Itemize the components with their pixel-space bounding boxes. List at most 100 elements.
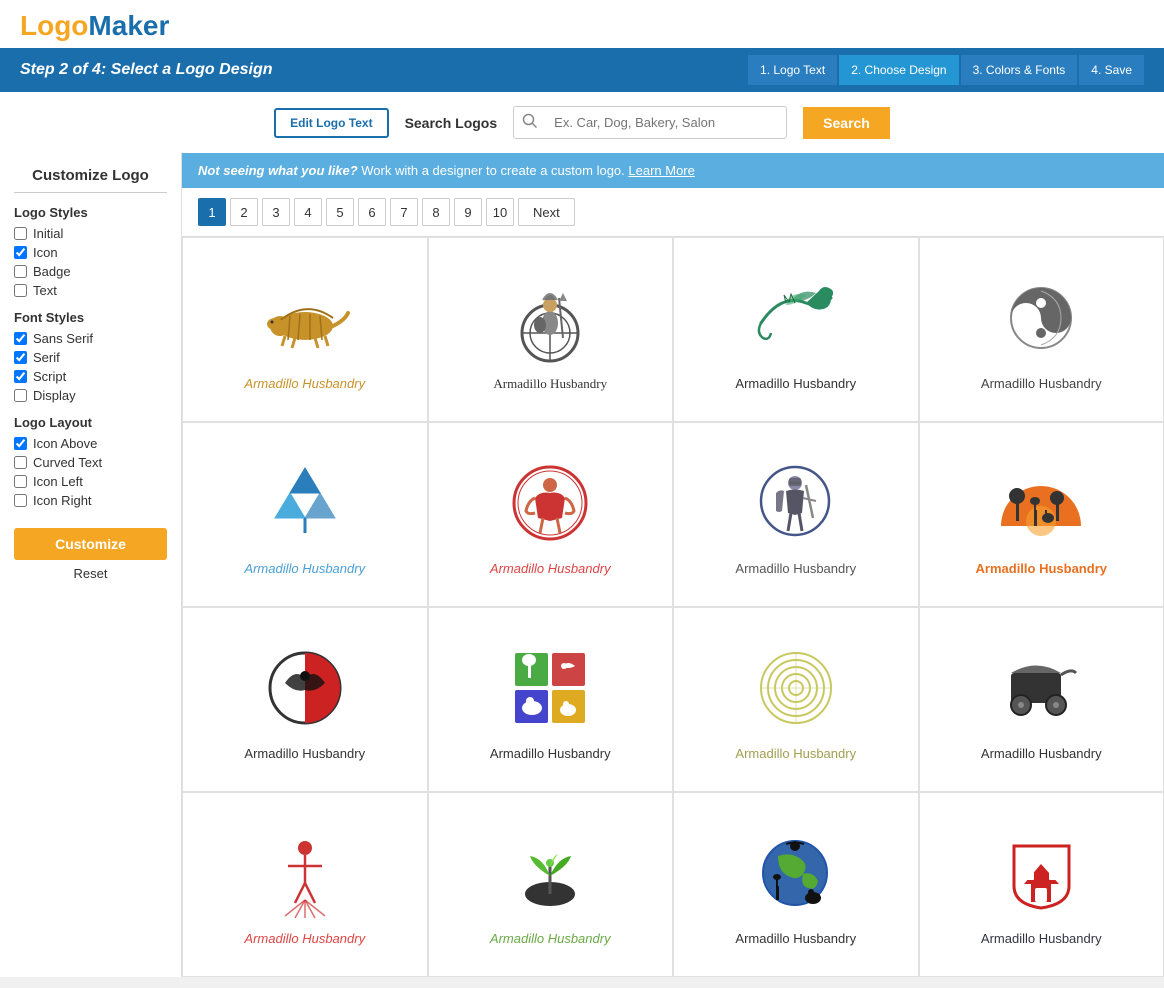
logo-name-4: Armadillo Husbandry bbox=[244, 561, 365, 576]
logo-cell-7[interactable]: Armadillo Husbandry bbox=[919, 422, 1164, 607]
step-title: Step 2 of 4: Select a Logo Design bbox=[20, 61, 273, 79]
page-10[interactable]: 10 bbox=[486, 198, 514, 226]
learn-more-link[interactable]: Learn More bbox=[628, 163, 694, 178]
style-icon: Icon bbox=[14, 245, 167, 260]
step-nav: 1. Logo Text 2. Choose Design 3. Colors … bbox=[748, 55, 1144, 85]
banner-text: Work with a designer to create a custom … bbox=[361, 163, 628, 178]
logo-cell-14[interactable]: Armadillo Husbandry bbox=[673, 792, 919, 977]
search-button[interactable]: Search bbox=[803, 107, 890, 139]
banner-italic: Not seeing what you like? bbox=[198, 163, 358, 178]
logo-cell-8[interactable]: Armadillo Husbandry bbox=[182, 607, 428, 792]
font-sans-label[interactable]: Sans Serif bbox=[33, 331, 93, 346]
logo-cell-1[interactable]: Armadillo Husbandry bbox=[428, 237, 674, 422]
layout-icon-above-checkbox[interactable] bbox=[14, 437, 27, 450]
logo-icon-7 bbox=[996, 453, 1086, 553]
logo-cell-15[interactable]: Armadillo Husbandry bbox=[919, 792, 1164, 977]
search-icon bbox=[514, 107, 546, 138]
layout-curved-label[interactable]: Curved Text bbox=[33, 455, 102, 470]
page-3[interactable]: 3 bbox=[262, 198, 290, 226]
font-serif-checkbox[interactable] bbox=[14, 351, 27, 364]
search-label: Search Logos bbox=[405, 115, 498, 131]
customize-button[interactable]: Customize bbox=[14, 528, 167, 560]
step-bar: Step 2 of 4: Select a Logo Design 1. Log… bbox=[0, 48, 1164, 92]
logo-icon-12 bbox=[270, 823, 340, 923]
logo-name-14: Armadillo Husbandry bbox=[735, 931, 856, 946]
logo-icon-13 bbox=[513, 823, 588, 923]
layout-icon-right: Icon Right bbox=[14, 493, 167, 508]
style-text-checkbox[interactable] bbox=[14, 284, 27, 297]
logo-cell-3[interactable]: Armadillo Husbandry bbox=[919, 237, 1164, 422]
font-serif-label[interactable]: Serif bbox=[33, 350, 60, 365]
logo-name-6: Armadillo Husbandry bbox=[735, 561, 856, 576]
font-display-checkbox[interactable] bbox=[14, 389, 27, 402]
style-initial-checkbox[interactable] bbox=[14, 227, 27, 240]
layout-icon-above: Icon Above bbox=[14, 436, 167, 451]
main: Customize Logo Logo Styles Initial Icon … bbox=[0, 153, 1164, 977]
edit-logo-button[interactable]: Edit Logo Text bbox=[274, 108, 388, 138]
logo-cell-2[interactable]: Armadillo Husbandry bbox=[673, 237, 919, 422]
step-nav-3[interactable]: 3. Colors & Fonts bbox=[961, 55, 1078, 85]
logo-name-2: Armadillo Husbandry bbox=[735, 376, 856, 391]
page-6[interactable]: 6 bbox=[358, 198, 386, 226]
page-2[interactable]: 2 bbox=[230, 198, 258, 226]
logo-icon-14 bbox=[758, 823, 833, 923]
logo-icon-1 bbox=[515, 268, 585, 368]
logo-name-13: Armadillo Husbandry bbox=[490, 931, 611, 946]
header: LogoMaker bbox=[0, 0, 1164, 48]
style-badge-label[interactable]: Badge bbox=[33, 264, 71, 279]
logo-part1: Logo bbox=[20, 10, 88, 41]
page-4[interactable]: 4 bbox=[294, 198, 322, 226]
logo-name-0: Armadillo Husbandry bbox=[244, 376, 365, 391]
site-logo: LogoMaker bbox=[20, 10, 1144, 42]
layout-icon-left-checkbox[interactable] bbox=[14, 475, 27, 488]
logo-cell-13[interactable]: Armadillo Husbandry bbox=[428, 792, 674, 977]
logo-cell-10[interactable]: Armadillo Husbandry bbox=[673, 607, 919, 792]
logo-icon-2 bbox=[751, 268, 841, 368]
logo-icon-3 bbox=[1006, 268, 1076, 368]
logo-icon-10 bbox=[756, 638, 836, 738]
style-text-label[interactable]: Text bbox=[33, 283, 57, 298]
logo-icon-11 bbox=[1001, 638, 1081, 738]
page-8[interactable]: 8 bbox=[422, 198, 450, 226]
font-script-label[interactable]: Script bbox=[33, 369, 66, 384]
font-sans-checkbox[interactable] bbox=[14, 332, 27, 345]
style-text: Text bbox=[14, 283, 167, 298]
layout-icon-right-label[interactable]: Icon Right bbox=[33, 493, 92, 508]
page-5[interactable]: 5 bbox=[326, 198, 354, 226]
font-display: Display bbox=[14, 388, 167, 403]
logo-name-7: Armadillo Husbandry bbox=[976, 561, 1107, 576]
logo-cell-12[interactable]: Armadillo Husbandry bbox=[182, 792, 428, 977]
step-nav-2[interactable]: 2. Choose Design bbox=[839, 55, 958, 85]
style-icon-checkbox[interactable] bbox=[14, 246, 27, 259]
logo-name-8: Armadillo Husbandry bbox=[244, 746, 365, 761]
logo-cell-0[interactable]: Armadillo Husbandry bbox=[182, 237, 428, 422]
logo-cell-6[interactable]: Armadillo Husbandry bbox=[673, 422, 919, 607]
step-nav-1[interactable]: 1. Logo Text bbox=[748, 55, 837, 85]
content: Not seeing what you like? Work with a de… bbox=[182, 153, 1164, 977]
step-nav-4[interactable]: 4. Save bbox=[1079, 55, 1144, 85]
next-button[interactable]: Next bbox=[518, 198, 575, 226]
reset-link[interactable]: Reset bbox=[14, 566, 167, 581]
logo-cell-11[interactable]: Armadillo Husbandry bbox=[919, 607, 1164, 792]
font-display-label[interactable]: Display bbox=[33, 388, 76, 403]
layout-icon-right-checkbox[interactable] bbox=[14, 494, 27, 507]
layout-icon-left-label[interactable]: Icon Left bbox=[33, 474, 83, 489]
font-script-checkbox[interactable] bbox=[14, 370, 27, 383]
logo-name-1: Armadillo Husbandry bbox=[493, 376, 607, 392]
layout-icon-above-label[interactable]: Icon Above bbox=[33, 436, 97, 451]
layout-curved-checkbox[interactable] bbox=[14, 456, 27, 469]
logo-cell-9[interactable]: Armadillo Husbandry bbox=[428, 607, 674, 792]
font-script: Script bbox=[14, 369, 167, 384]
font-styles-title: Font Styles bbox=[14, 310, 167, 325]
logo-cell-4[interactable]: Armadillo Husbandry bbox=[182, 422, 428, 607]
page-1[interactable]: 1 bbox=[198, 198, 226, 226]
style-icon-label[interactable]: Icon bbox=[33, 245, 58, 260]
page-9[interactable]: 9 bbox=[454, 198, 482, 226]
sidebar-title: Customize Logo bbox=[14, 167, 167, 193]
page-7[interactable]: 7 bbox=[390, 198, 418, 226]
search-input[interactable] bbox=[546, 109, 786, 136]
style-initial-label[interactable]: Initial bbox=[33, 226, 63, 241]
logo-cell-5[interactable]: Armadillo Husbandry bbox=[428, 422, 674, 607]
style-badge-checkbox[interactable] bbox=[14, 265, 27, 278]
logo-icon-9 bbox=[510, 638, 590, 738]
